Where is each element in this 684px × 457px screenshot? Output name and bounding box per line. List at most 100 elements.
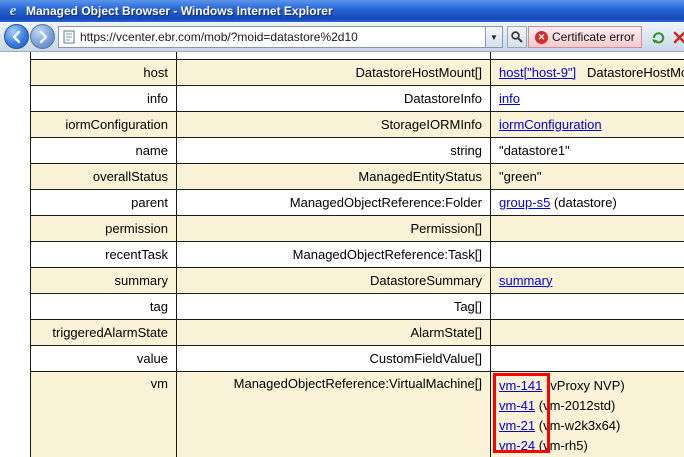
property-name-cell: summary [31, 267, 177, 293]
property-value-cell: iormConfiguration [491, 111, 684, 137]
table-row: triggeredAlarmStateAlarmState[] [31, 319, 684, 345]
property-name-cell: value [31, 345, 177, 371]
value-line: vm-21 (vm-w2k3x64) [499, 416, 684, 436]
internet-explorer-icon: e [5, 3, 21, 19]
property-type-cell [177, 52, 491, 59]
value-line: info [499, 91, 684, 106]
property-name-cell: recentTask [31, 241, 177, 267]
property-value-cell [491, 319, 684, 345]
mob-link[interactable]: host["host-9"] [499, 65, 576, 80]
value-suffix: DatastoreHostMount [576, 65, 684, 80]
mob-link[interactable]: iormConfiguration [499, 117, 602, 132]
mob-property-table: hostDatastoreHostMount[] host["host-9"] D… [30, 52, 684, 457]
property-type-cell: DatastoreHostMount[] [177, 59, 491, 85]
property-value-cell: "datastore1" [491, 137, 684, 163]
value-line: group-s5 (datastore) [499, 195, 684, 210]
mob-link[interactable]: info [499, 91, 520, 106]
search-button[interactable] [507, 26, 527, 48]
value-suffix: (vProxy NVP) [542, 378, 624, 393]
back-arrow-icon [10, 30, 24, 44]
table-row: parentManagedObjectReference:Folder group… [31, 189, 684, 215]
value-suffix: (vm-w2k3x64) [535, 418, 620, 433]
forward-button[interactable] [30, 24, 55, 49]
property-value-cell [491, 293, 684, 319]
property-name-cell: vm [31, 371, 177, 457]
value-line: vm-41 (vm-2012std) [499, 396, 684, 416]
property-name-cell: info [31, 85, 177, 111]
refresh-icon [651, 30, 666, 45]
forward-arrow-icon [36, 30, 50, 44]
browser-toolbar: https://vcenter.ebr.com/mob/?moid=datast… [0, 22, 684, 52]
window-titlebar: e Managed Object Browser - Windows Inter… [0, 0, 684, 22]
property-type-cell: Permission[] [177, 215, 491, 241]
back-button[interactable] [4, 24, 29, 49]
property-value-cell [491, 345, 684, 371]
property-type-cell: ManagedObjectReference:VirtualMachine[] [177, 371, 491, 457]
value-text: "green" [499, 169, 541, 184]
mob-link[interactable]: group-s5 [499, 195, 550, 210]
property-type-cell: DatastoreSummary [177, 267, 491, 293]
table-row: summaryDatastoreSummarysummary [31, 267, 684, 293]
table-row: valueCustomFieldValue[] [31, 345, 684, 371]
property-name-cell: tag [31, 293, 177, 319]
value-line: host["host-9"] DatastoreHostMount [499, 65, 684, 80]
property-type-cell: CustomFieldValue[] [177, 345, 491, 371]
property-value-cell: "green" [491, 163, 684, 189]
address-url-text: https://vcenter.ebr.com/mob/?moid=datast… [80, 30, 358, 44]
table-row: infoDatastoreInfoinfo [31, 85, 684, 111]
refresh-button[interactable] [648, 26, 668, 48]
table-row: tagTag[] [31, 293, 684, 319]
partial-row [31, 52, 684, 59]
property-value-cell [491, 215, 684, 241]
property-name-cell: name [31, 137, 177, 163]
value-line: "datastore1" [499, 143, 684, 158]
property-type-cell: AlarmState[] [177, 319, 491, 345]
property-value-cell: summary [491, 267, 684, 293]
mob-link[interactable]: vm-41 [499, 398, 535, 413]
mob-content-area: hostDatastoreHostMount[] host["host-9"] D… [30, 52, 684, 457]
property-name-cell: parent [31, 189, 177, 215]
address-bar-input[interactable]: https://vcenter.ebr.com/mob/?moid=datast… [58, 26, 486, 48]
address-dropdown-button[interactable]: ▼ [486, 26, 503, 48]
mob-link[interactable]: vm-24 [499, 438, 535, 453]
property-name-cell: iormConfiguration [31, 111, 177, 137]
property-value-cell [491, 52, 684, 59]
magnifier-icon [510, 30, 524, 44]
property-name-cell: host [31, 59, 177, 85]
stop-button[interactable] [669, 26, 684, 48]
property-type-cell: ManagedObjectReference:Folder [177, 189, 491, 215]
stop-x-icon [673, 31, 684, 44]
property-name-cell: overallStatus [31, 163, 177, 189]
mob-table-body: hostDatastoreHostMount[] host["host-9"] D… [31, 52, 684, 457]
value-line: summary [499, 273, 684, 288]
value-line: vm-24 (vm-rh5) [499, 436, 684, 456]
property-value-cell: info [491, 85, 684, 111]
property-value-cell: host["host-9"] DatastoreHostMount [491, 59, 684, 85]
property-type-cell: Tag[] [177, 293, 491, 319]
mob-link[interactable]: summary [499, 273, 552, 288]
certificate-error-icon: ✕ [535, 31, 548, 44]
value-suffix: (vm-2012std) [535, 398, 615, 413]
property-type-cell: string [177, 137, 491, 163]
property-type-cell: ManagedObjectReference:Task[] [177, 241, 491, 267]
value-text: "datastore1" [499, 143, 570, 158]
chevron-down-icon: ▼ [490, 33, 498, 42]
property-name-cell: triggeredAlarmState [31, 319, 177, 345]
property-name-cell [31, 52, 177, 59]
value-suffix: (datastore) [550, 195, 616, 210]
property-type-cell: StorageIORMInfo [177, 111, 491, 137]
table-row: permissionPermission[] [31, 215, 684, 241]
table-row: recentTaskManagedObjectReference:Task[] [31, 241, 684, 267]
value-suffix: (vm-rh5) [535, 438, 588, 453]
table-row: overallStatusManagedEntityStatus"green" [31, 163, 684, 189]
property-type-cell: DatastoreInfo [177, 85, 491, 111]
property-value-cell: group-s5 (datastore) [491, 189, 684, 215]
certificate-error-label: Certificate error [552, 30, 635, 44]
value-line: "green" [499, 169, 684, 184]
mob-link[interactable]: vm-141 [499, 378, 542, 393]
property-value-cell: vm-141 (vProxy NVP)vm-41 (vm-2012std)vm-… [491, 371, 684, 457]
value-line: iormConfiguration [499, 117, 684, 132]
certificate-error-badge[interactable]: ✕ Certificate error [528, 26, 642, 48]
value-line: vm-141 (vProxy NVP) [499, 376, 684, 396]
mob-link[interactable]: vm-21 [499, 418, 535, 433]
